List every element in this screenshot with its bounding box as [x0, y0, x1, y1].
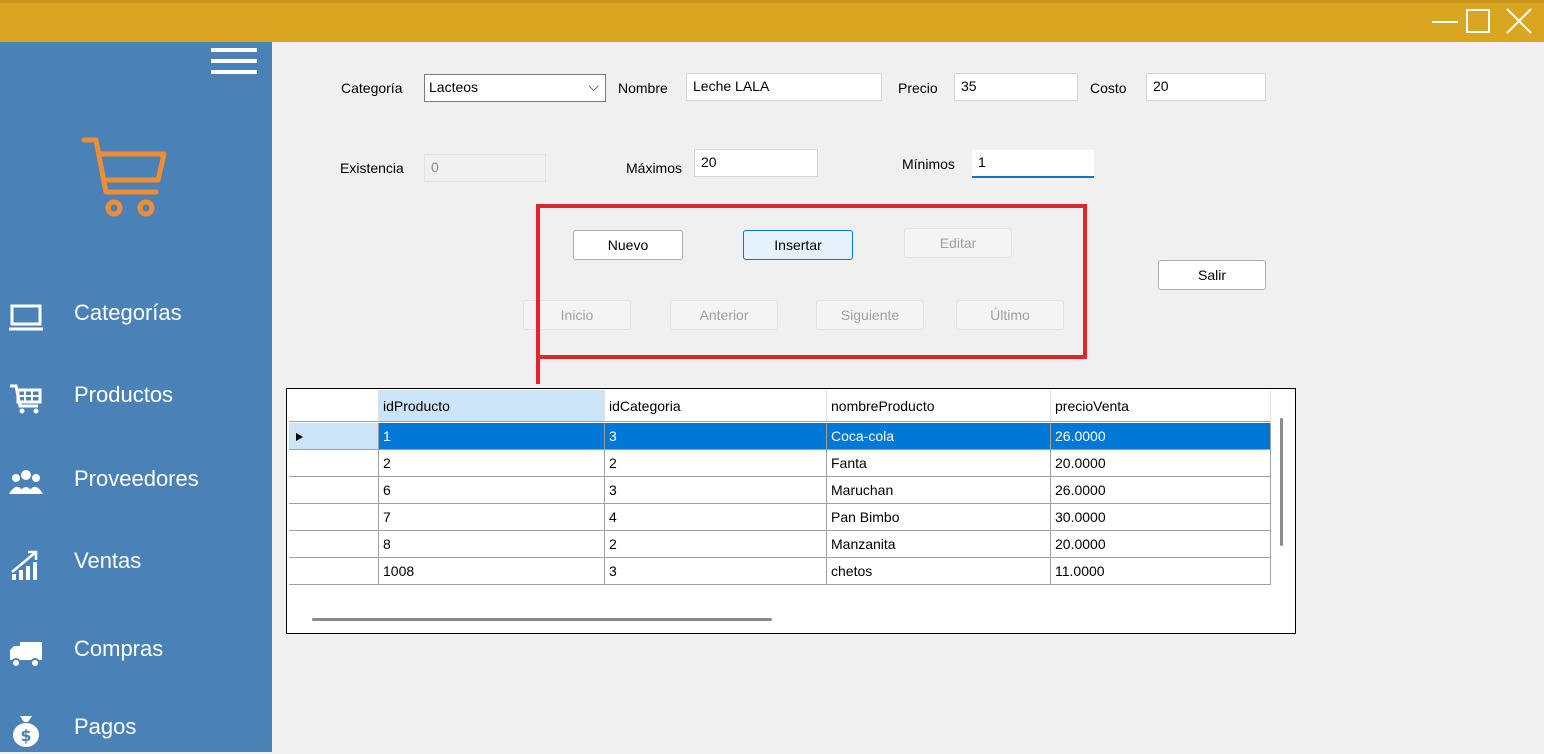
row-header-corner: [289, 390, 379, 422]
row-pointer-icon: [296, 433, 303, 441]
precio-field[interactable]: 35: [954, 73, 1078, 101]
table-cell[interactable]: Fanta: [827, 450, 1051, 477]
sidebar-item-productos[interactable]: Productos: [0, 374, 272, 422]
table-cell[interactable]: 1008: [379, 558, 605, 585]
categoria-label: Categoría: [341, 80, 403, 96]
categoria-select[interactable]: Lacteos ⌵: [424, 74, 606, 102]
table-cell[interactable]: 8: [379, 531, 605, 558]
close-icon[interactable]: [1504, 6, 1534, 36]
sidebar-item-label: Productos: [74, 382, 174, 407]
chevron-down-icon: ⌵: [588, 78, 599, 94]
title-bar: [0, 0, 1544, 42]
table-cell[interactable]: 3: [605, 477, 827, 504]
laptop-icon: [9, 304, 43, 331]
table-row-header[interactable]: [289, 477, 379, 504]
grid-scroll-area: [288, 609, 1294, 633]
categoria-value: Lacteos: [429, 79, 479, 95]
table-row-header[interactable]: [289, 450, 379, 477]
maximos-label: Máximos: [626, 160, 683, 176]
sidebar-item-label: Pagos: [74, 714, 137, 739]
svg-text:$: $: [20, 726, 31, 745]
table-cell[interactable]: Pan Bimbo: [827, 504, 1051, 531]
table-cell[interactable]: 6: [379, 477, 605, 504]
column-header-precioventa[interactable]: precioVenta: [1051, 390, 1271, 422]
table-cell[interactable]: Maruchan: [827, 477, 1051, 504]
table-cell[interactable]: Manzanita: [827, 531, 1051, 558]
table-cell[interactable]: 3: [605, 423, 827, 450]
annotation-box: [536, 204, 1087, 359]
nombre-label: Nombre: [618, 80, 668, 96]
chart-icon: [11, 550, 38, 580]
sidebar-item-ventas[interactable]: Ventas: [0, 540, 272, 588]
column-header-idproducto[interactable]: idProducto: [379, 390, 605, 422]
nombre-field[interactable]: Leche LALA: [686, 73, 882, 101]
table-cell[interactable]: 4: [605, 504, 827, 531]
sidebar-item-label: Compras: [74, 636, 164, 661]
table-cell[interactable]: 1: [379, 423, 605, 450]
table-row-header[interactable]: [289, 558, 379, 585]
annotation-line: [536, 355, 540, 384]
table-row-header[interactable]: [289, 531, 379, 558]
table-row-header[interactable]: [289, 504, 379, 531]
cart-icon: [10, 384, 42, 414]
table-cell[interactable]: 2: [605, 531, 827, 558]
title-bar-strip: [0, 0, 1544, 3]
sidebar-item-proveedores[interactable]: Proveedores: [0, 458, 272, 506]
money-bag-icon: $: [13, 716, 39, 747]
column-header-nombreproducto[interactable]: nombreProducto: [827, 390, 1051, 422]
column-header-idcategoria[interactable]: idCategoria: [605, 390, 827, 422]
vertical-scrollbar[interactable]: [1280, 418, 1283, 546]
costo-field[interactable]: 20: [1146, 73, 1266, 101]
existencia-field[interactable]: 0: [424, 154, 546, 182]
minimos-field[interactable]: 1: [972, 150, 1094, 178]
table-cell[interactable]: 26.0000: [1051, 423, 1271, 450]
users-icon: [9, 470, 43, 494]
table-cell[interactable]: 11.0000: [1051, 558, 1271, 585]
table-cell[interactable]: 3: [605, 558, 827, 585]
table-cell[interactable]: 20.0000: [1051, 450, 1271, 477]
sidebar-item-label: Proveedores: [74, 466, 199, 491]
maximos-field[interactable]: 20: [694, 149, 818, 177]
salir-button[interactable]: Salir: [1158, 260, 1266, 290]
truck-icon: [10, 642, 42, 668]
table-cell[interactable]: 26.0000: [1051, 477, 1271, 504]
minimize-icon[interactable]: [1430, 6, 1460, 36]
table-cell[interactable]: 20.0000: [1051, 531, 1271, 558]
sidebar-item-pagos[interactable]: $ Pagos: [0, 706, 272, 754]
maximize-icon[interactable]: [1464, 6, 1494, 36]
table-cell[interactable]: 2: [605, 450, 827, 477]
shopping-cart-icon: [81, 137, 167, 217]
sidebar-item-categorias[interactable]: Categorías: [0, 292, 272, 340]
precio-label: Precio: [898, 80, 938, 96]
table-cell[interactable]: Coca-cola: [827, 423, 1051, 450]
sidebar-item-label: Ventas: [74, 548, 142, 573]
products-grid[interactable]: idProducto idCategoria nombreProducto pr…: [286, 388, 1296, 634]
table-cell[interactable]: chetos: [827, 558, 1051, 585]
costo-label: Costo: [1090, 80, 1127, 96]
table-row-header[interactable]: [289, 423, 379, 450]
table-cell[interactable]: 7: [379, 504, 605, 531]
minimos-label: Mínimos: [902, 156, 955, 172]
existencia-label: Existencia: [340, 160, 404, 176]
horizontal-scrollbar[interactable]: [312, 618, 772, 621]
menu-icon[interactable]: [211, 48, 257, 78]
sidebar-item-label: Categorías: [74, 300, 182, 325]
table-cell[interactable]: 30.0000: [1051, 504, 1271, 531]
sidebar-item-compras[interactable]: Compras: [0, 628, 272, 676]
table-cell[interactable]: 2: [379, 450, 605, 477]
